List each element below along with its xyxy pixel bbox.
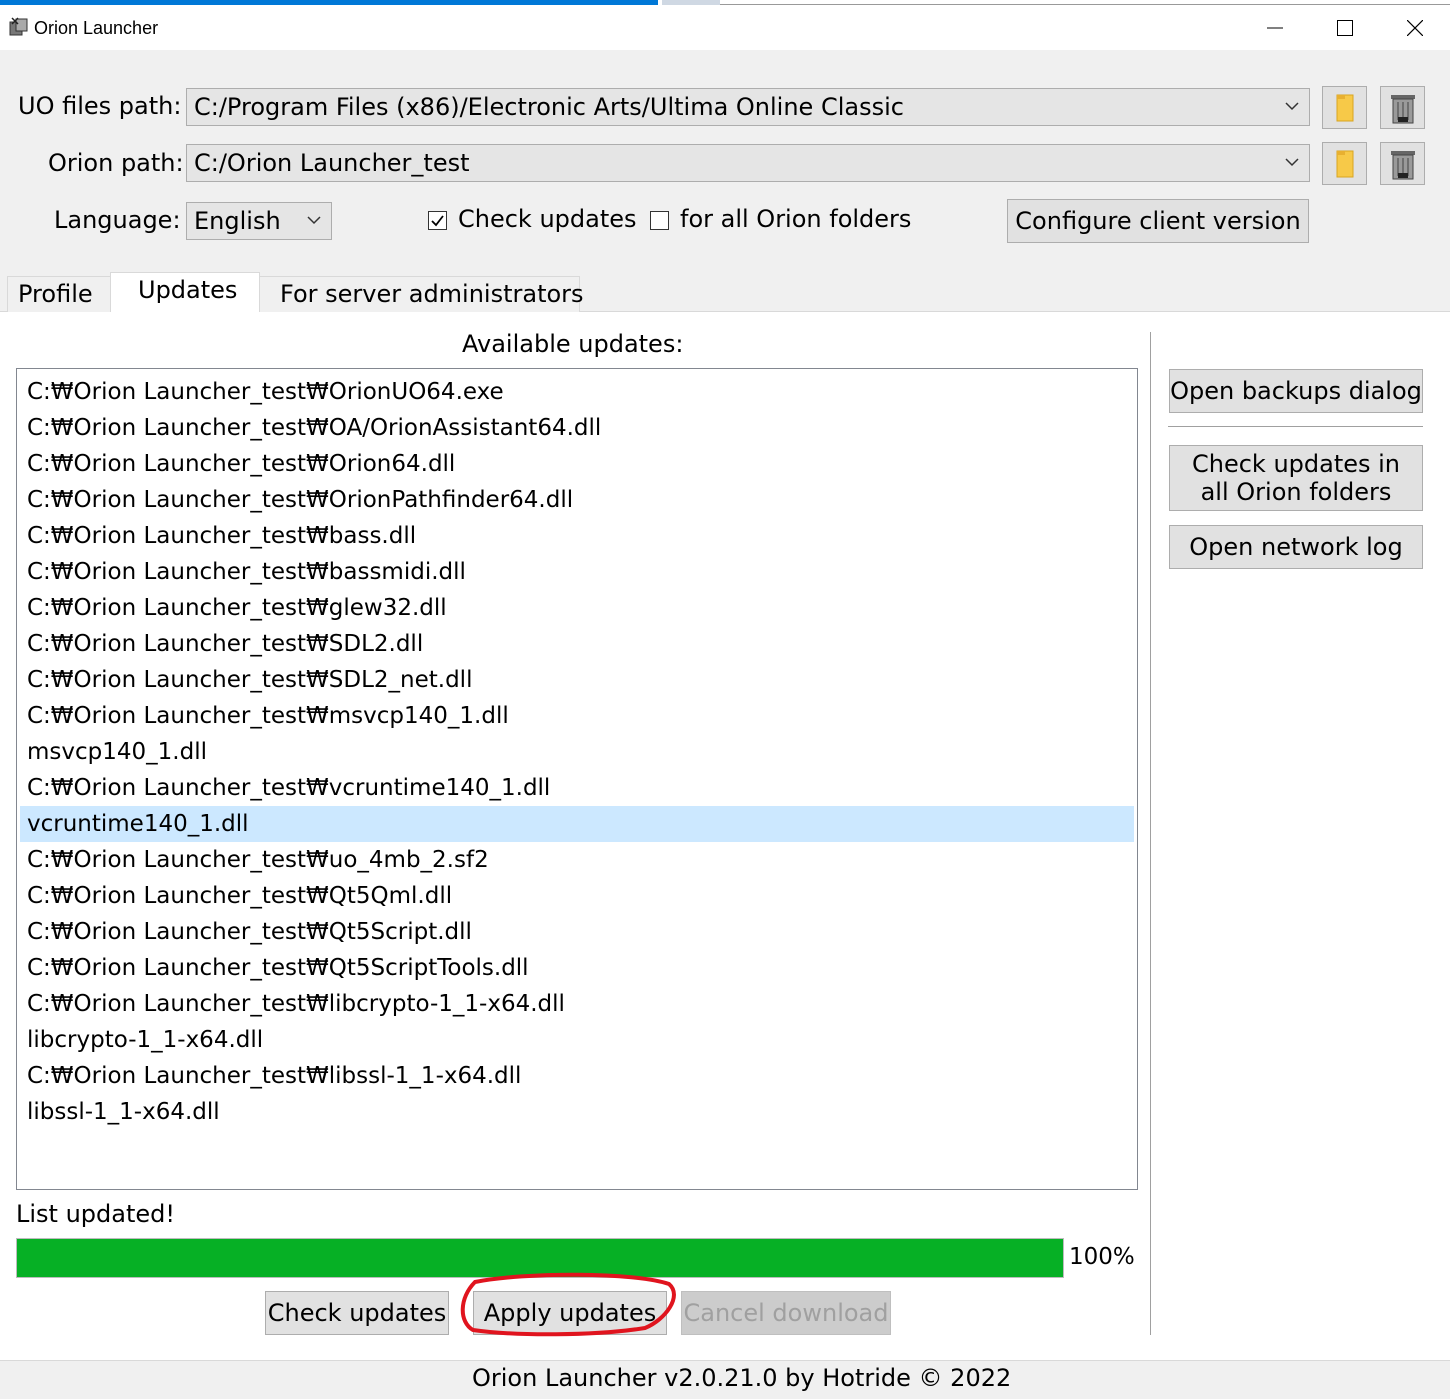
clear-orion-path-button[interactable]: [1380, 142, 1425, 185]
chevron-down-icon: [1285, 158, 1299, 167]
list-item[interactable]: libcrypto-1_1-x64.dll: [20, 1022, 1134, 1058]
list-item[interactable]: C:₩Orion Launcher_test₩Orion64.dll: [20, 446, 1134, 482]
open-backups-dialog-button[interactable]: Open backups dialog: [1169, 369, 1423, 413]
list-item[interactable]: C:₩Orion Launcher_test₩uo_4mb_2.sf2: [20, 842, 1134, 878]
list-item[interactable]: msvcp140_1.dll: [20, 734, 1134, 770]
language-label: Language:: [54, 206, 181, 234]
list-item[interactable]: C:₩Orion Launcher_test₩libcrypto-1_1-x64…: [20, 986, 1134, 1022]
chevron-down-icon: [1285, 102, 1299, 111]
tab-server-administrators[interactable]: For server administrators: [259, 276, 584, 312]
status-bar: Orion Launcher v2.0.21.0 by Hotride © 20…: [0, 1360, 1450, 1399]
orion-path-value: C:/Orion Launcher_test: [194, 149, 470, 177]
trash-icon: [1390, 150, 1415, 179]
chevron-down-icon: [307, 216, 321, 225]
tab-bar: Profile Updates For server administrator…: [0, 272, 1450, 312]
close-icon: [1407, 20, 1423, 36]
maximize-icon: [1337, 20, 1353, 36]
language-combobox[interactable]: English: [186, 202, 332, 240]
orion-path-combobox[interactable]: C:/Orion Launcher_test: [186, 144, 1310, 182]
uo-path-label: UO files path:: [18, 92, 182, 120]
check-updates-button[interactable]: Check updates: [265, 1291, 449, 1335]
app-icon: [8, 16, 30, 38]
vertical-divider: [1150, 332, 1151, 1335]
list-item[interactable]: C:₩Orion Launcher_test₩libssl-1_1-x64.dl…: [20, 1058, 1134, 1094]
list-item[interactable]: vcruntime140_1.dll: [20, 806, 1134, 842]
list-item[interactable]: C:₩Orion Launcher_test₩bass.dll: [20, 518, 1134, 554]
list-item[interactable]: C:₩Orion Launcher_test₩Qt5Qml.dll: [20, 878, 1134, 914]
footer-text: Orion Launcher v2.0.21.0 by Hotride © 20…: [472, 1364, 1012, 1392]
progress-percent: 100%: [1069, 1244, 1135, 1270]
title-bar: Orion Launcher: [0, 6, 1450, 50]
maximize-button[interactable]: [1310, 6, 1380, 50]
check-updates-checkbox[interactable]: [428, 211, 447, 230]
configure-client-version-button[interactable]: Configure client version: [1007, 199, 1309, 243]
updates-listbox[interactable]: C:₩Orion Launcher_test₩OrionUO64.exe C:₩O…: [16, 368, 1138, 1190]
check-all-line2: all Orion folders: [1200, 478, 1392, 506]
list-item[interactable]: C:₩Orion Launcher_test₩OA/OrionAssistant…: [20, 410, 1134, 446]
trash-icon: [1390, 94, 1415, 123]
list-item[interactable]: C:₩Orion Launcher_test₩msvcp140_1.dll: [20, 698, 1134, 734]
folder-icon: [1336, 94, 1353, 121]
list-item[interactable]: C:₩Orion Launcher_test₩Qt5Script.dll: [20, 914, 1134, 950]
tab-updates[interactable]: Updates: [110, 272, 260, 312]
cancel-download-button: Cancel download: [681, 1291, 891, 1335]
browse-uo-path-button[interactable]: [1322, 86, 1367, 129]
folder-icon: [1336, 150, 1353, 177]
list-item[interactable]: C:₩Orion Launcher_test₩Qt5ScriptTools.dl…: [20, 950, 1134, 986]
list-item[interactable]: C:₩Orion Launcher_test₩vcruntime140_1.dl…: [20, 770, 1134, 806]
minimize-icon: [1267, 27, 1283, 29]
check-updates-all-folders-button[interactable]: Check updates in all Orion folders: [1169, 445, 1423, 511]
list-item[interactable]: C:₩Orion Launcher_test₩glew32.dll: [20, 590, 1134, 626]
window-title: Orion Launcher: [34, 18, 159, 38]
close-button[interactable]: [1380, 6, 1450, 50]
background-tab: [662, 0, 720, 5]
browse-orion-path-button[interactable]: [1322, 142, 1367, 185]
clear-uo-path-button[interactable]: [1380, 86, 1425, 129]
minimize-button[interactable]: [1240, 6, 1310, 50]
list-item[interactable]: libssl-1_1-x64.dll: [20, 1094, 1134, 1130]
tab-profile[interactable]: Profile: [7, 276, 111, 312]
background-tab-active: [0, 0, 658, 5]
all-folders-label: for all Orion folders: [680, 205, 912, 233]
open-network-log-button[interactable]: Open network log: [1169, 525, 1423, 569]
language-value: English: [194, 207, 281, 235]
orion-path-label: Orion path:: [48, 149, 184, 177]
check-all-line1: Check updates in: [1191, 450, 1401, 478]
horizontal-divider: [1168, 426, 1423, 427]
all-folders-checkbox[interactable]: [650, 211, 669, 230]
available-updates-heading: Available updates:: [462, 330, 684, 358]
list-item[interactable]: C:₩Orion Launcher_test₩SDL2.dll: [20, 626, 1134, 662]
list-item[interactable]: C:₩Orion Launcher_test₩SDL2_net.dll: [20, 662, 1134, 698]
annotation-circle: [460, 1272, 676, 1337]
check-updates-label: Check updates: [458, 205, 637, 233]
list-item[interactable]: C:₩Orion Launcher_test₩OrionPathfinder64…: [20, 482, 1134, 518]
uo-path-value: C:/Program Files (x86)/Electronic Arts/U…: [194, 93, 904, 121]
list-item[interactable]: C:₩Orion Launcher_test₩OrionUO64.exe: [20, 374, 1134, 410]
status-text: List updated!: [16, 1200, 175, 1228]
list-item[interactable]: C:₩Orion Launcher_test₩bassmidi.dll: [20, 554, 1134, 590]
checkmark-icon: [431, 215, 444, 227]
uo-path-combobox[interactable]: C:/Program Files (x86)/Electronic Arts/U…: [186, 88, 1310, 126]
background-divider: [720, 4, 1450, 5]
